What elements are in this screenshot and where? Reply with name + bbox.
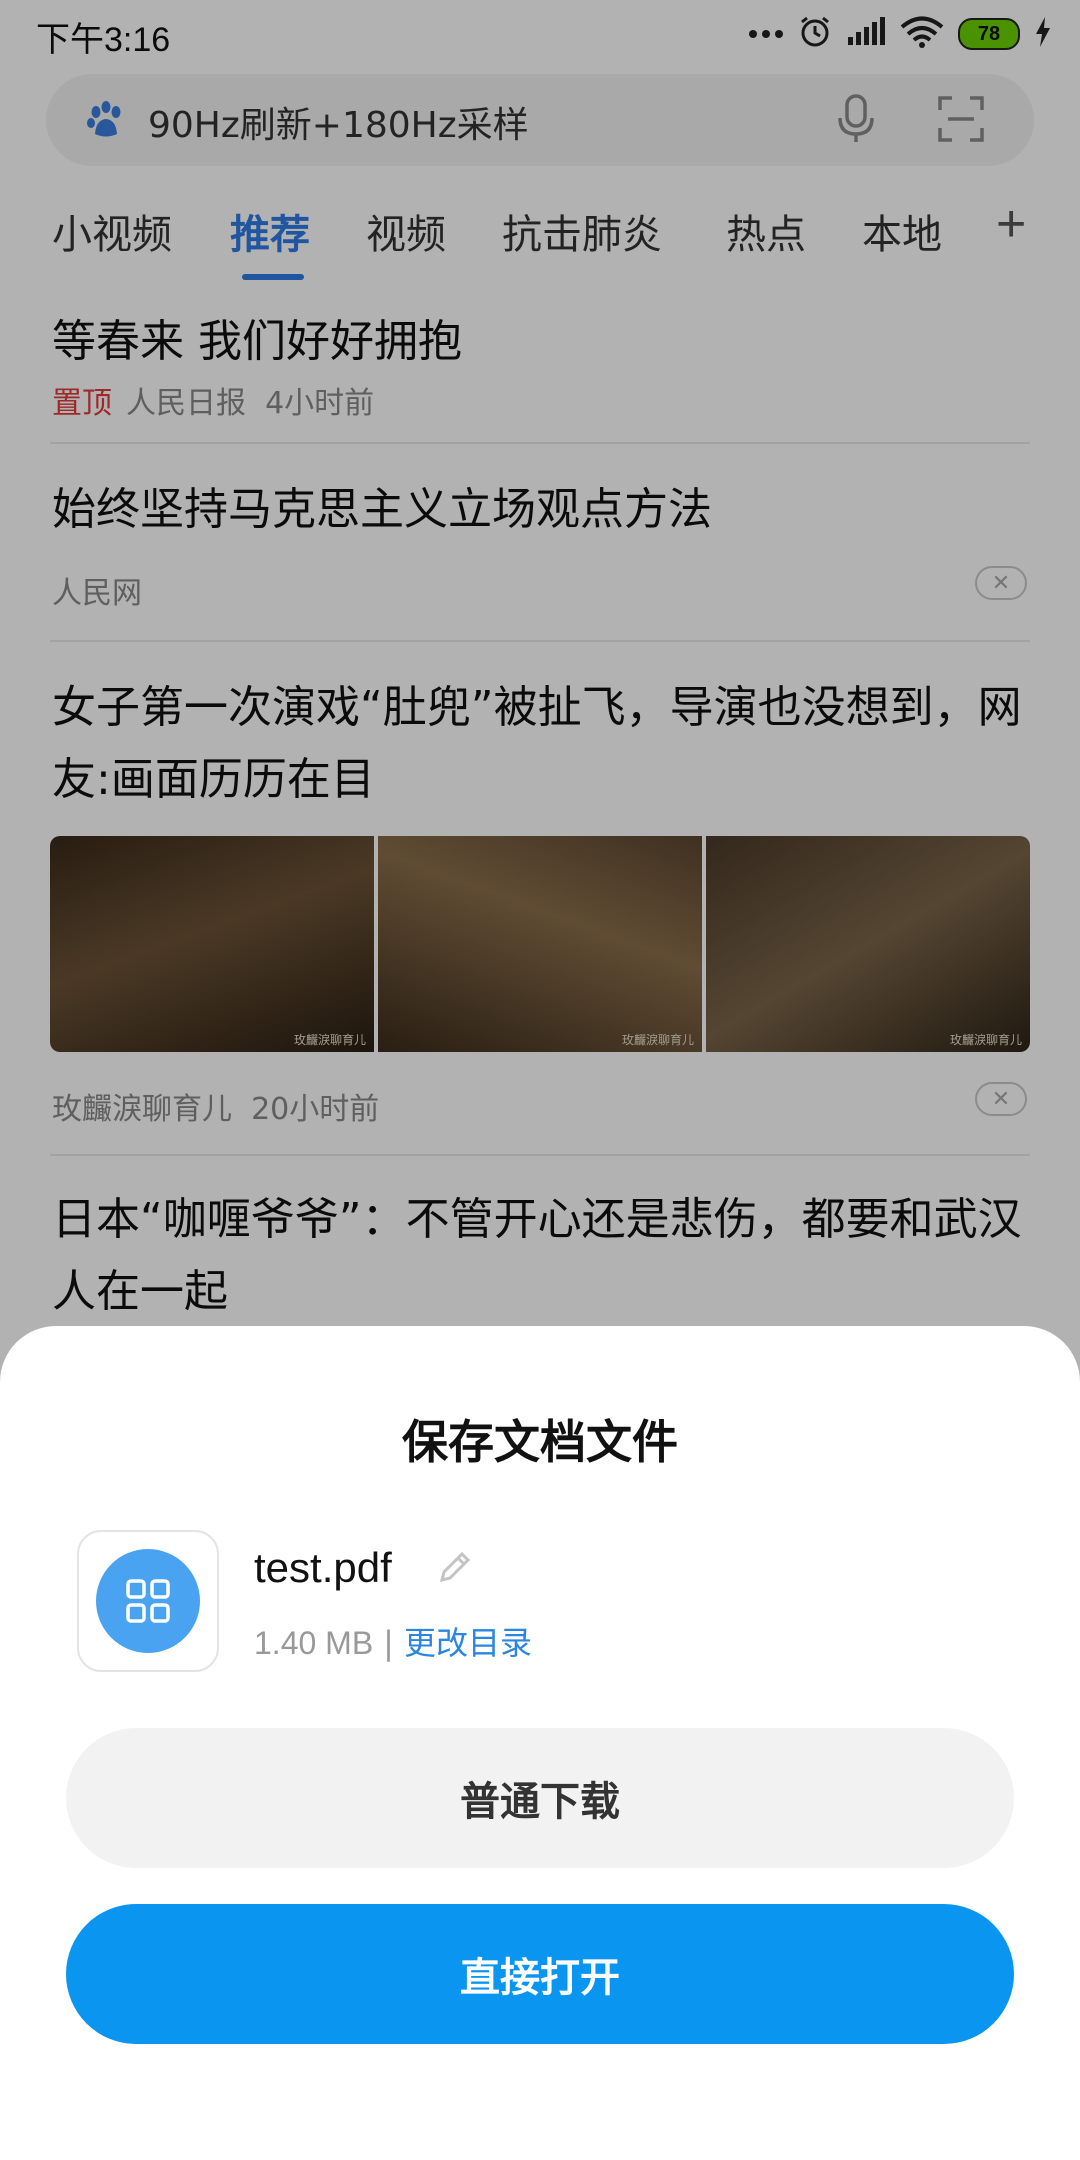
normal-download-button[interactable]: 普通下载 <box>66 1728 1014 1868</box>
file-name: test.pdf <box>254 1544 392 1591</box>
edit-pencil-icon[interactable] <box>436 1550 472 1590</box>
sheet-title: 保存文档文件 <box>402 1415 678 1469</box>
meta-separator: | <box>383 1624 394 1662</box>
file-meta: 1.40 MB | 更改目录 <box>254 1618 532 1664</box>
save-file-sheet: 保存文档文件 test.pdf 1.40 MB | 更改目录 普通下载 直接打开 <box>0 1326 1080 2160</box>
file-size: 1.40 MB <box>254 1625 374 1661</box>
document-icon <box>96 1549 200 1653</box>
file-icon-box <box>77 1530 219 1672</box>
browser-app: 下午3:16 78 90Hz刷新+180Hz采样 小视频 推荐 视频 抗击肺炎 … <box>0 0 1080 2160</box>
change-directory-link[interactable]: 更改目录 <box>404 1624 532 1662</box>
open-directly-button[interactable]: 直接打开 <box>66 1904 1014 2044</box>
